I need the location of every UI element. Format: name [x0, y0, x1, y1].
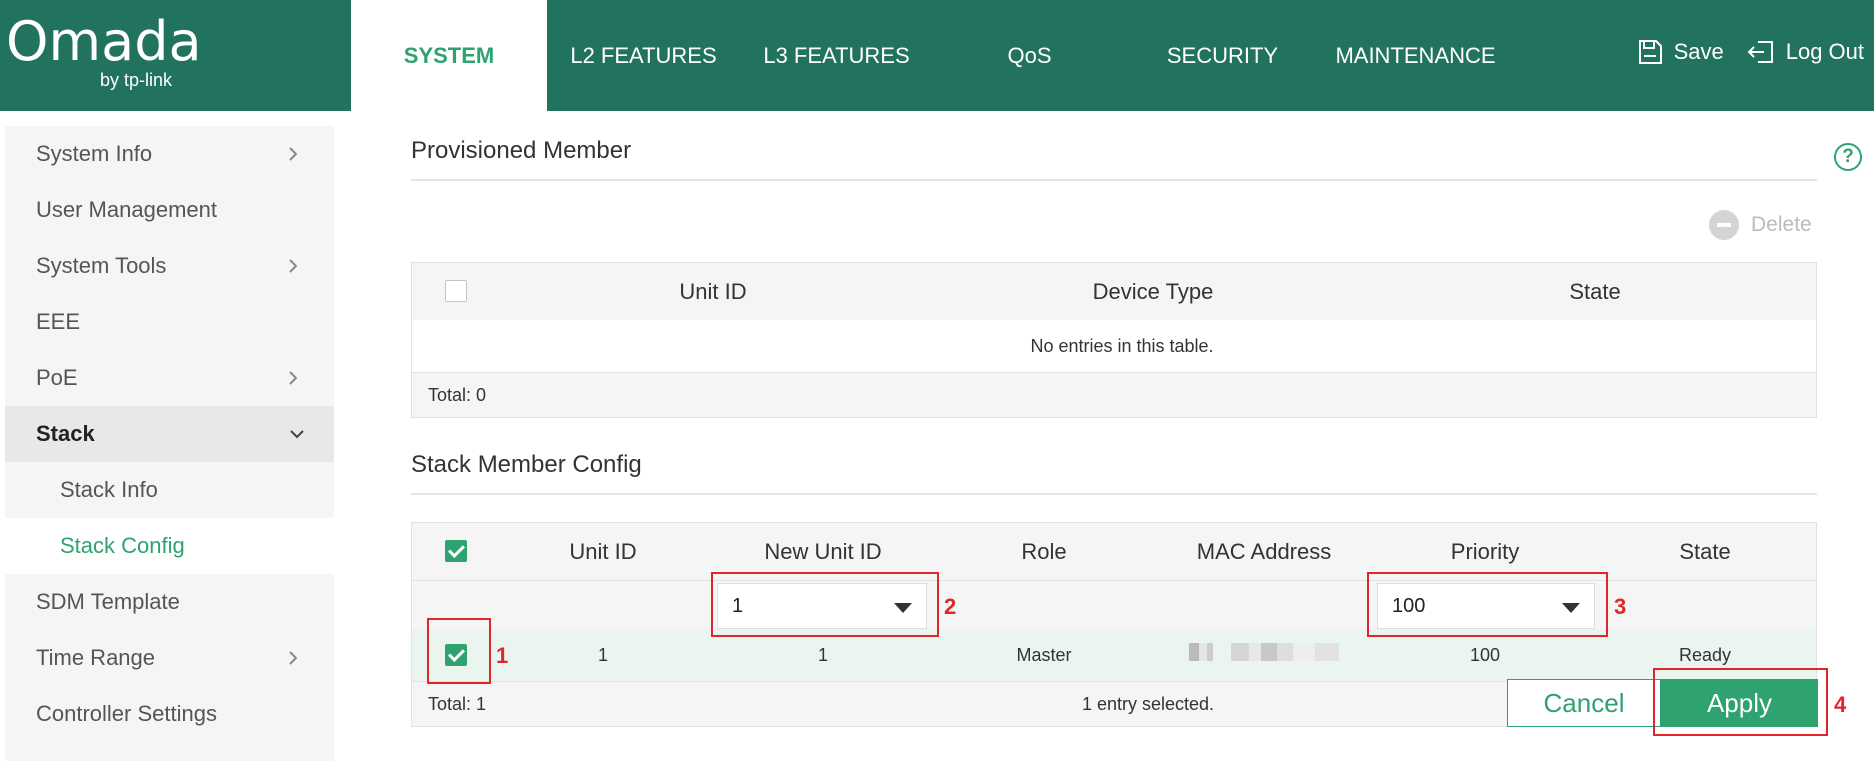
sidebar-item-label: Controller Settings [36, 701, 217, 726]
chevron-right-icon [289, 259, 298, 273]
empty-text: No entries in this table. [1030, 335, 1214, 356]
row-state: Ready [1678, 644, 1732, 665]
sidebar-subitem-stack-config[interactable]: Stack Config [5, 518, 334, 574]
sidebar-item-label: SDM Template [36, 589, 180, 614]
sidebar-subitem-stack-info[interactable]: Stack Info [5, 462, 334, 518]
logout-button[interactable]: Log Out [1746, 38, 1864, 66]
provisioned-table: Unit ID Device Type State No entries in … [411, 262, 1817, 418]
select-all-checkbox[interactable] [445, 280, 467, 302]
sidebar-item-system-tools[interactable]: System Tools [5, 238, 334, 294]
annotation-box-3 [1367, 572, 1608, 637]
tab-maintenance[interactable]: MAINTENANCE [1319, 0, 1512, 111]
sidebar-item-label: EEE [36, 309, 81, 334]
sidebar-item-label: Time Range [36, 645, 156, 670]
chevron-right-icon [289, 651, 298, 665]
tab-system[interactable]: SYSTEM [351, 0, 547, 111]
tab-l3-features[interactable]: L3 FEATURES [740, 0, 933, 111]
sidebar-item-time-range[interactable]: Time Range [5, 630, 334, 686]
row-role: Master [1016, 644, 1072, 665]
table-header: Unit ID Device Type State [412, 263, 1816, 320]
column-header: State [1679, 538, 1731, 564]
chevron-right-icon [289, 371, 298, 385]
tab-security[interactable]: SECURITY [1126, 0, 1319, 111]
annotation-marker-2: 2 [944, 594, 957, 619]
omada-logo: Omada by tp-link [6, 10, 202, 91]
sidebar-item-poe[interactable]: PoE [5, 350, 334, 406]
column-header: New Unit ID [764, 538, 882, 564]
tab-l2-features[interactable]: L2 FEATURES [547, 0, 740, 111]
column-header: Unit ID [569, 538, 637, 564]
empty-row: No entries in this table. [412, 320, 1816, 372]
top-bar: Omada by tp-link SYSTEM L2 FEATURES L3 F… [0, 0, 1874, 111]
annotation-marker-1: 1 [496, 643, 509, 668]
save-label: Save [1673, 39, 1724, 64]
row-priority: 100 [1469, 644, 1501, 665]
chevron-right-icon [289, 147, 298, 161]
delete-label: Delete [1751, 213, 1812, 236]
selected-count: 1 entry selected. [1081, 693, 1215, 714]
column-header: Role [1021, 538, 1067, 564]
column-header: Priority [1450, 538, 1520, 564]
sidebar-item-sdm-template[interactable]: SDM Template [5, 574, 334, 630]
row-new-unit-id: 1 [817, 644, 829, 665]
logout-icon [1747, 41, 1773, 63]
select-all-checkbox[interactable] [445, 540, 467, 562]
row-unit-id: 1 [597, 644, 609, 665]
column-header: Device Type [1092, 278, 1214, 304]
sidebar: System Info User Management System Tools… [5, 126, 334, 761]
sidebar-item-label: System Tools [36, 253, 167, 278]
help-icon[interactable]: ? [1834, 143, 1862, 171]
chevron-down-icon [290, 430, 304, 439]
sidebar-item-system-info[interactable]: System Info [5, 126, 334, 182]
annotation-box-1 [427, 618, 491, 684]
provisioned-section: Provisioned Member [411, 137, 1817, 181]
column-header: MAC Address [1196, 538, 1332, 564]
table-footer: Total: 0 [412, 372, 1816, 417]
column-header: State [1569, 278, 1621, 304]
delete-icon [1709, 210, 1739, 240]
stack-config-title: Stack Member Config [411, 451, 1817, 495]
save-button[interactable]: Save [1636, 38, 1724, 66]
brand-name: Omada [6, 10, 202, 73]
sidebar-item-label: User Management [36, 197, 217, 222]
provisioned-title: Provisioned Member [411, 137, 1817, 181]
annotation-marker-4: 4 [1834, 692, 1847, 717]
annotation-marker-3: 3 [1614, 594, 1627, 619]
save-icon [1638, 40, 1662, 64]
delete-button[interactable]: Delete [1709, 210, 1812, 240]
sidebar-item-label: System Info [36, 141, 153, 166]
tab-qos[interactable]: QoS [933, 0, 1126, 111]
sidebar-item-stack[interactable]: Stack [5, 406, 334, 462]
sidebar-item-controller-settings[interactable]: Controller Settings [5, 686, 334, 742]
total-count: Total: 1 [428, 693, 487, 714]
sidebar-item-label: Stack [36, 421, 95, 446]
column-header: Unit ID [679, 278, 747, 304]
sidebar-item-user-management[interactable]: User Management [5, 182, 334, 238]
cancel-button[interactable]: Cancel [1507, 679, 1661, 727]
row-mac-address-blurred [1189, 643, 1339, 666]
header-actions: Save Log Out [1636, 38, 1864, 66]
sidebar-item-label: PoE [36, 365, 78, 390]
annotation-box-2 [711, 572, 939, 637]
main-nav: SYSTEM L2 FEATURES L3 FEATURES QoS SECUR… [351, 0, 1512, 111]
stack-config-section: Stack Member Config [411, 451, 1817, 495]
sidebar-item-eee[interactable]: EEE [5, 294, 334, 350]
brand-sub: by tp-link [100, 70, 173, 90]
annotation-box-4 [1653, 668, 1828, 736]
total-count: Total: 0 [428, 384, 487, 405]
logout-label: Log Out [1785, 39, 1864, 64]
